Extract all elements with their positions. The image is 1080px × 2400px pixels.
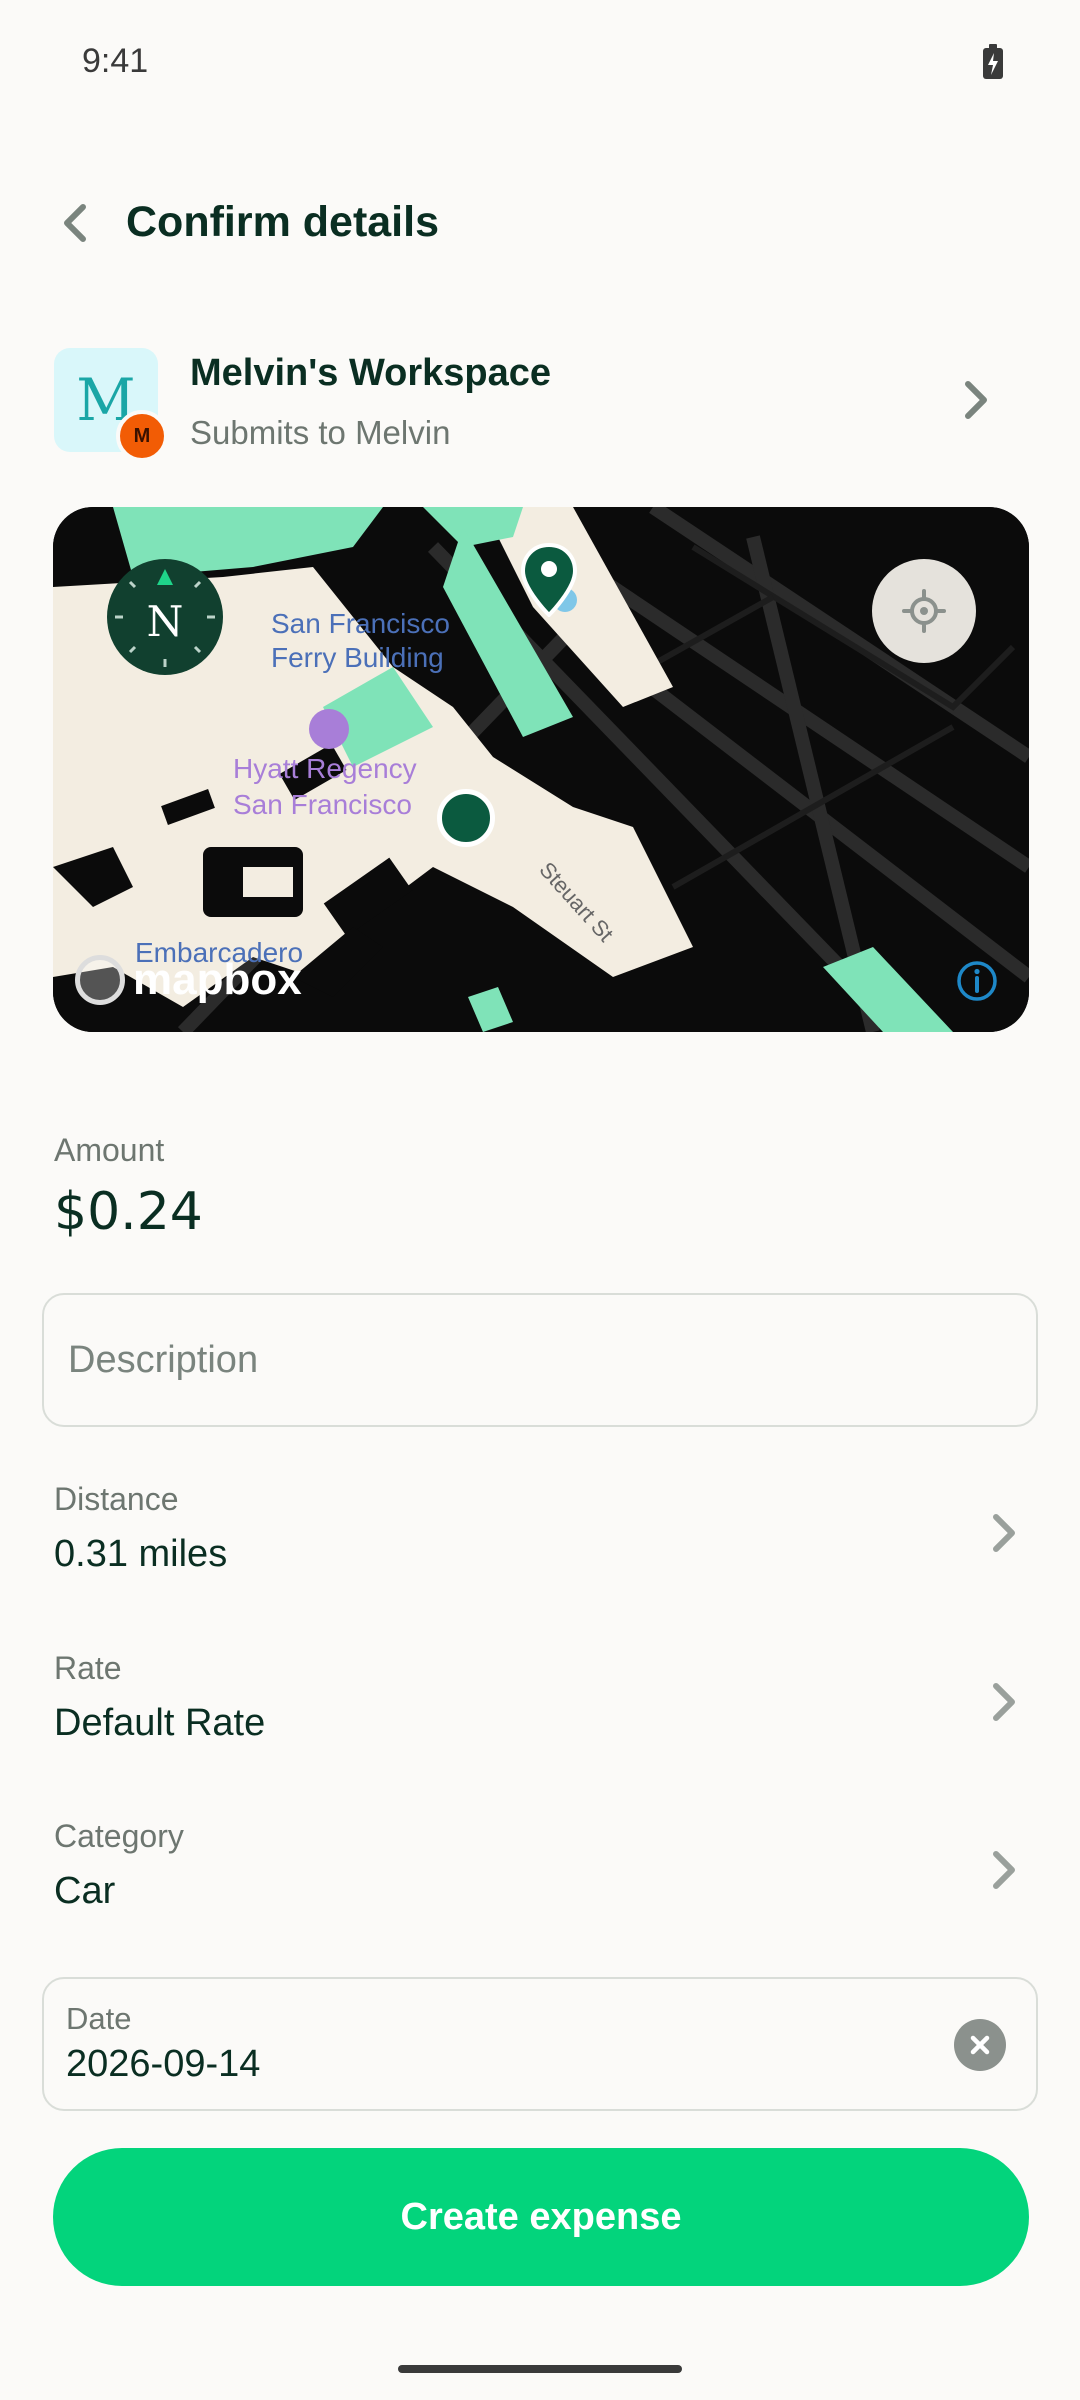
rate-value: Default Rate — [54, 1702, 266, 1744]
amount-label: Amount — [54, 1132, 165, 1168]
date-field[interactable]: Date 2026-09-14 — [42, 1977, 1038, 2111]
workspace-subtitle: Submits to Melvin — [190, 414, 451, 451]
chevron-right-icon — [965, 381, 987, 419]
distance-row[interactable]: Distance 0.31 miles — [0, 1481, 1080, 1631]
category-row[interactable]: Category Car — [0, 1818, 1080, 1968]
chevron-right-icon — [993, 1683, 1015, 1721]
battery-charging-icon — [983, 44, 1003, 79]
mapbox-logo-text: mapbox — [133, 955, 302, 1004]
start-location-dot — [437, 789, 495, 847]
rate-row[interactable]: Rate Default Rate — [0, 1650, 1080, 1800]
category-label: Category — [54, 1818, 184, 1854]
info-icon[interactable] — [955, 959, 999, 1003]
hotel-icon — [309, 709, 349, 749]
chevron-left-icon — [64, 204, 86, 242]
chevron-right-icon — [993, 1851, 1015, 1889]
mapbox-logo: mapbox — [75, 955, 302, 1005]
user-avatar: M — [116, 410, 168, 462]
workspace-name: Melvin's Workspace — [190, 352, 552, 394]
description-input[interactable] — [68, 1295, 1008, 1425]
mapbox-logo-mark — [75, 955, 125, 1005]
distance-label: Distance — [54, 1481, 179, 1517]
confirm-details-screen: 9:41 Confirm details M M Melvin's Worksp… — [0, 0, 1080, 2400]
amount-value: $0.24 — [54, 1182, 203, 1242]
create-expense-button[interactable]: Create expense — [53, 2148, 1029, 2286]
compass-button[interactable]: N — [107, 559, 223, 675]
destination-pin-icon — [521, 543, 577, 617]
distance-value: 0.31 miles — [54, 1533, 228, 1575]
map-label-ferry-building: San Francisco Ferry Building — [271, 608, 450, 673]
crosshair-icon — [902, 589, 946, 633]
route-map[interactable]: San Francisco Ferry Building Hyatt Regen… — [53, 507, 1029, 1032]
locate-me-button[interactable] — [872, 559, 976, 663]
date-value: 2026-09-14 — [66, 2043, 261, 2085]
description-field[interactable] — [42, 1293, 1038, 1427]
page-title: Confirm details — [126, 198, 439, 246]
status-time: 9:41 — [82, 42, 149, 80]
close-icon — [970, 2035, 990, 2055]
chevron-right-icon — [993, 1514, 1015, 1552]
category-value: Car — [54, 1870, 116, 1912]
rate-label: Rate — [54, 1650, 122, 1686]
home-indicator[interactable] — [398, 2365, 682, 2373]
compass-letter: N — [146, 597, 184, 646]
clear-date-button[interactable] — [954, 2019, 1006, 2071]
back-button[interactable] — [50, 196, 98, 250]
map-label-hyatt: Hyatt Regency San Francisco — [233, 753, 417, 820]
date-label: Date — [66, 2001, 132, 2036]
